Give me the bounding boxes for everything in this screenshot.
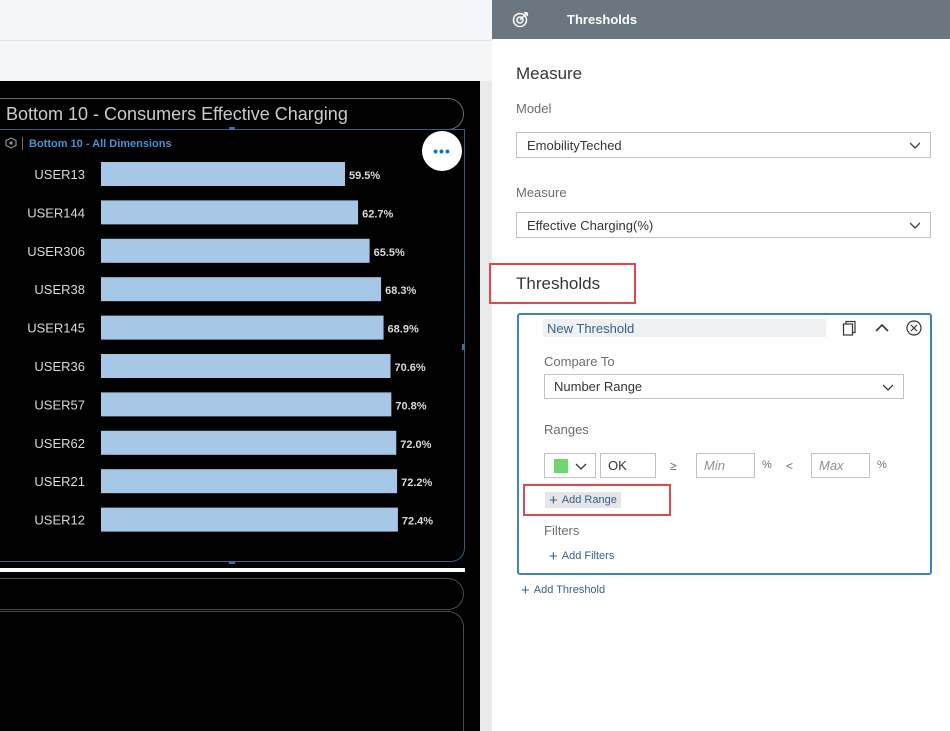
bar[interactable] — [101, 430, 397, 455]
chart-subtitle: Bottom 10 - All Dimensions — [29, 138, 172, 150]
range-color-picker[interactable] — [544, 453, 596, 478]
measure-section-title: Measure — [516, 64, 583, 83]
copy-icon[interactable] — [842, 320, 858, 336]
chevron-down-icon — [910, 142, 920, 149]
model-select[interactable]: EmobilityTeched — [516, 132, 931, 158]
plus-icon: + — [521, 581, 530, 599]
gte-symbol: ≥ — [670, 459, 677, 473]
value-label: 70.6% — [395, 362, 426, 374]
close-circle-icon[interactable] — [906, 320, 922, 336]
bar[interactable] — [101, 162, 345, 186]
max-input[interactable]: Max — [811, 453, 870, 478]
value-label: 72.4% — [402, 516, 433, 528]
value-label: 62.7% — [362, 208, 393, 220]
min-input[interactable]: Min — [696, 453, 755, 478]
category-label: USER144 — [27, 205, 85, 220]
compare-to-value: Number Range — [554, 379, 643, 394]
canvas-gutter — [480, 81, 492, 731]
bar[interactable] — [101, 469, 398, 494]
panel-header — [492, 0, 950, 39]
color-swatch — [554, 459, 568, 473]
bar-chart-svg: USER13 59.5% USER144 62.7% USER306 65.5% USER3… — [27, 162, 433, 532]
resize-handle-bottom[interactable] — [229, 561, 235, 564]
ranges-label: Ranges — [544, 422, 589, 437]
chart-header-separator — [22, 137, 23, 150]
category-label: USER13 — [34, 167, 85, 182]
compare-to-select[interactable]: Number Range — [544, 374, 904, 399]
plus-icon: + — [549, 491, 558, 509]
category-label: USER21 — [34, 474, 85, 489]
add-filters-label: Add Filters — [561, 550, 615, 562]
widget-frame-2[interactable] — [0, 578, 464, 610]
category-label: USER36 — [34, 359, 85, 374]
category-label: USER306 — [27, 244, 85, 259]
chart-type-icon — [5, 137, 17, 149]
story-title: Bottom 10 - Consumers Effective Charging — [6, 104, 348, 124]
bar[interactable] — [101, 315, 384, 340]
chevron-down-icon — [883, 384, 893, 391]
bar[interactable] — [101, 507, 398, 532]
add-range-label: Add Range — [561, 494, 617, 506]
story-toolbar-area-2 — [0, 40, 492, 81]
value-label: 68.9% — [388, 324, 419, 336]
add-filters-button[interactable]: + Add Filters — [549, 547, 615, 565]
category-label: USER62 — [34, 436, 85, 451]
value-label: 59.5% — [349, 170, 380, 182]
threshold-name-field[interactable]: New Threshold — [543, 319, 826, 337]
measure-label: Measure — [516, 185, 567, 200]
bar[interactable] — [101, 200, 359, 225]
bar[interactable] — [101, 277, 382, 302]
category-label: USER12 — [34, 513, 85, 528]
model-label: Model — [516, 101, 552, 116]
thresholds-section-title: Thresholds — [516, 274, 601, 293]
bar[interactable] — [101, 238, 370, 263]
value-label: 72.2% — [401, 477, 432, 489]
category-label: USER57 — [34, 397, 85, 412]
widget-frame-3[interactable] — [0, 611, 464, 731]
widget-divider — [0, 568, 465, 572]
panel-title: Thresholds — [567, 12, 638, 27]
bar[interactable] — [101, 392, 392, 417]
story-toolbar-area — [0, 0, 492, 40]
chevron-up-icon[interactable] — [874, 320, 890, 336]
bar[interactable] — [101, 354, 391, 378]
target-icon — [512, 10, 530, 28]
category-label: USER145 — [27, 321, 85, 336]
resize-handle-top[interactable] — [229, 127, 235, 130]
min-unit: % — [762, 459, 772, 471]
add-range-button[interactable]: + Add Range — [545, 492, 621, 508]
measure-value: Effective Charging(%) — [527, 218, 654, 233]
value-label: 65.5% — [374, 247, 405, 259]
value-label: 68.3% — [385, 285, 416, 297]
add-threshold-button[interactable]: + Add Threshold — [521, 581, 606, 599]
chevron-down-icon — [575, 463, 587, 470]
chevron-down-icon — [910, 222, 920, 229]
add-threshold-label: Add Threshold — [533, 584, 606, 596]
lt-symbol: < — [786, 459, 794, 473]
category-label: USER38 — [34, 282, 85, 297]
plus-icon: + — [549, 547, 558, 565]
value-label: 72.0% — [400, 439, 431, 451]
value-label: 70.8% — [395, 400, 426, 412]
range-name-input[interactable]: OK — [600, 453, 656, 478]
measure-select[interactable]: Effective Charging(%) — [516, 212, 931, 238]
max-unit: % — [877, 459, 887, 471]
compare-to-label: Compare To — [544, 354, 615, 369]
filters-label: Filters — [544, 523, 580, 538]
model-value: EmobilityTeched — [527, 138, 622, 153]
